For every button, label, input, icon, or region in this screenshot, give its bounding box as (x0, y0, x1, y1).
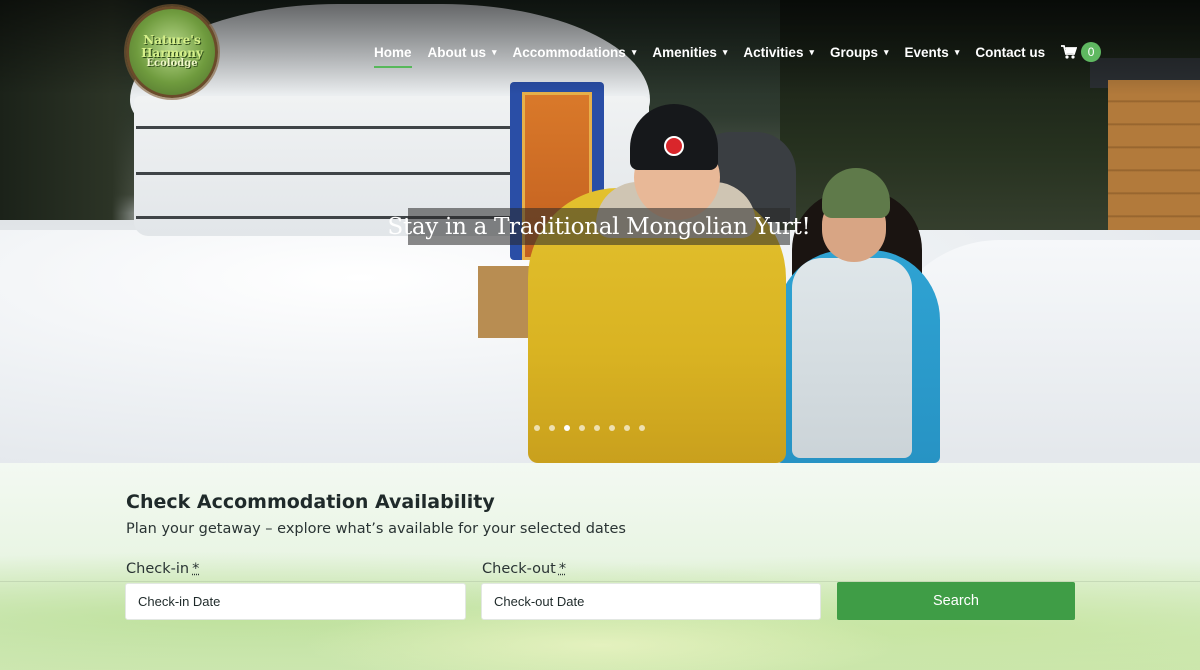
checkout-label: Check-out * (482, 561, 566, 577)
chevron-down-icon: ▾ (809, 46, 814, 57)
slider-dots (534, 425, 645, 431)
slider-dot[interactable] (549, 425, 555, 431)
checkin-date-field[interactable] (125, 583, 466, 620)
slider-dot[interactable] (609, 425, 615, 431)
woman-scarf (792, 258, 912, 458)
chevron-down-icon: ▾ (631, 46, 637, 57)
search-button[interactable]: Search (837, 582, 1075, 620)
availability-title: Check Accommodation Availability (126, 491, 495, 513)
logo-text-line1: Nature's (143, 33, 201, 48)
nav-item-label: About us (427, 44, 487, 60)
nav-item-label: Accommodations (512, 44, 626, 60)
nav-item-label: Contact us (975, 44, 1046, 60)
checkin-label-text: Check-in (126, 561, 190, 577)
required-mark: * (192, 561, 200, 577)
nav-item-label: Events (904, 44, 949, 60)
nav-item-home[interactable]: Home (374, 44, 412, 68)
nav-item-label: Home (374, 44, 412, 60)
nav-item-about-us[interactable]: About us ▾ (428, 45, 497, 60)
chevron-down-icon: ▾ (954, 46, 960, 57)
required-mark: * (558, 561, 567, 577)
nav-item-activities[interactable]: Activities ▾ (743, 45, 814, 60)
checkin-label: Check-in * (126, 561, 199, 577)
cart-button[interactable]: 0 (1061, 42, 1102, 62)
nav-item-amenities[interactable]: Amenities ▾ (652, 45, 727, 60)
nav-item-contact-us[interactable]: Contact us (975, 45, 1045, 60)
availability-subtitle: Plan your getaway – explore what’s avail… (126, 521, 626, 537)
slider-dot[interactable] (579, 425, 585, 431)
hero-caption: Stay in a Traditional Mongolian Yurt! (388, 208, 811, 245)
yurt-rope (136, 172, 516, 175)
hat-badge (664, 136, 684, 156)
logo-text-line3: Ecolodge (146, 58, 198, 70)
yurt-rope (136, 126, 516, 129)
cart-icon (1061, 45, 1078, 59)
nav-item-label: Activities (743, 44, 804, 60)
nav-item-groups[interactable]: Groups ▾ (830, 45, 889, 60)
slider-dot[interactable] (639, 425, 645, 431)
slider-dot[interactable] (534, 425, 540, 431)
nav-item-events[interactable]: Events ▾ (905, 45, 960, 60)
slider-dot[interactable] (564, 425, 570, 431)
main-nav: Home About us ▾ Accommodations ▾ Ameniti… (374, 40, 1102, 68)
site-logo[interactable]: Nature's Harmony Ecolodge (126, 6, 218, 98)
chevron-down-icon: ▾ (492, 46, 497, 57)
nav-item-label: Amenities (652, 44, 717, 60)
chevron-down-icon: ▾ (722, 46, 728, 57)
slider-dot[interactable] (624, 425, 630, 431)
checkout-label-text: Check-out (482, 561, 556, 577)
slider-dot[interactable] (594, 425, 600, 431)
nav-item-label: Groups (829, 44, 878, 60)
nav-item-accommodations[interactable]: Accommodations ▾ (513, 45, 637, 60)
cart-count-badge: 0 (1081, 42, 1102, 62)
availability-section: Check Accommodation Availability Plan yo… (0, 463, 1200, 670)
checkout-date-field[interactable] (481, 583, 821, 620)
chevron-down-icon: ▾ (884, 46, 889, 57)
